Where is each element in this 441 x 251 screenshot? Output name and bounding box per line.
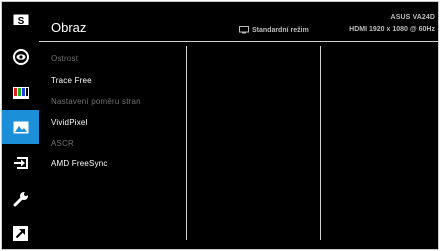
color-bars-icon bbox=[12, 87, 29, 99]
sidebar-item-input[interactable] bbox=[2, 146, 39, 180]
svg-text:S: S bbox=[17, 16, 24, 27]
wrench-icon bbox=[13, 192, 28, 207]
model-name: ASUS VA24D bbox=[390, 14, 435, 21]
column-divider-1 bbox=[186, 46, 187, 240]
menu-item-vividpixel[interactable]: VividPixel bbox=[51, 118, 88, 127]
page-title: Obraz bbox=[51, 20, 87, 35]
image-icon bbox=[13, 121, 28, 133]
sidebar-item-color[interactable] bbox=[2, 76, 39, 110]
sidebar-item-splendid[interactable]: S bbox=[2, 4, 39, 38]
monitor-icon bbox=[239, 26, 249, 34]
menu-item-ostrost[interactable]: Ostrost bbox=[51, 54, 78, 63]
sidebar-item-eye-care[interactable] bbox=[2, 40, 39, 74]
shortcut-arrow-icon bbox=[13, 225, 28, 241]
splendid-s-icon: S bbox=[13, 14, 28, 28]
sidebar-item-image[interactable] bbox=[2, 110, 39, 144]
menu-item-trace-free[interactable]: Trace Free bbox=[51, 76, 92, 85]
input-select-icon bbox=[13, 157, 28, 169]
sidebar-item-system[interactable] bbox=[2, 182, 39, 216]
osd-menu: S Obraz ASUS VA24D Standardní režim HDMI… bbox=[1, 1, 439, 250]
menu-item-aspect-ratio[interactable]: Nastavení poměru stran bbox=[51, 97, 141, 106]
column-divider-2 bbox=[320, 46, 321, 240]
eye-care-icon bbox=[12, 49, 29, 65]
main-panel: Obraz ASUS VA24D Standardní režim HDMI 1… bbox=[39, 2, 438, 249]
mode-label: Standardní režim bbox=[252, 26, 309, 34]
signal-info: HDMI 1920 x 1080 @ 60Hz bbox=[349, 26, 435, 33]
header-divider bbox=[39, 41, 438, 42]
sidebar-item-shortcut[interactable] bbox=[2, 216, 39, 250]
menu-item-amd-freesync[interactable]: AMD FreeSync bbox=[51, 159, 108, 168]
mode-indicator: Standardní režim bbox=[239, 26, 309, 34]
menu-item-ascr[interactable]: ASCR bbox=[51, 139, 74, 148]
sidebar: S bbox=[2, 2, 39, 249]
